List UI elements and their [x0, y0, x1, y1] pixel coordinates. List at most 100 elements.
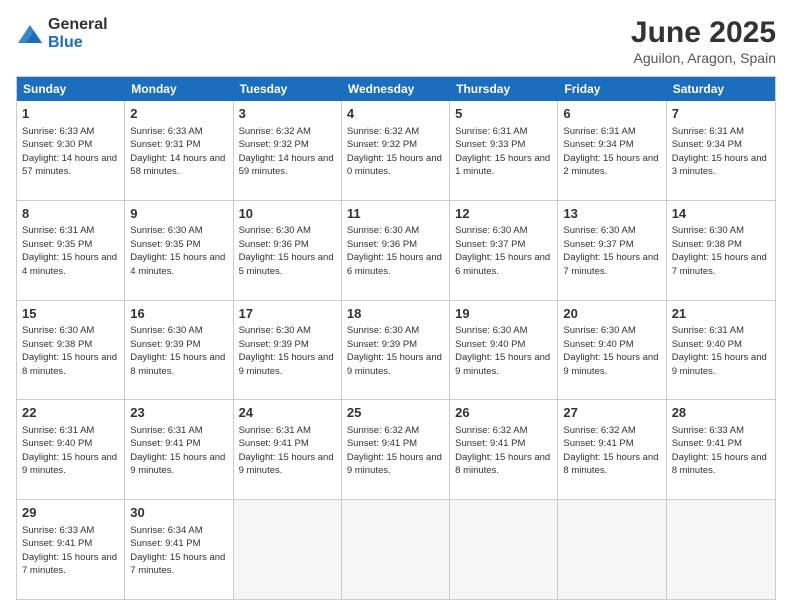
page: General Blue June 2025 Aguilon, Aragon, … — [0, 0, 792, 612]
day-4: 4 Sunrise: 6:32 AMSunset: 9:32 PMDayligh… — [342, 101, 450, 200]
day-number: 12 — [455, 205, 552, 223]
empty-cell — [450, 500, 558, 599]
day-number: 11 — [347, 205, 444, 223]
calendar-header: Sunday Monday Tuesday Wednesday Thursday… — [17, 77, 775, 101]
header-monday: Monday — [125, 77, 233, 101]
day-number: 2 — [130, 105, 227, 123]
day-number: 3 — [239, 105, 336, 123]
day-number: 19 — [455, 305, 552, 323]
day-number: 23 — [130, 404, 227, 422]
day-8: 8 Sunrise: 6:31 AMSunset: 9:35 PMDayligh… — [17, 201, 125, 300]
header-saturday: Saturday — [667, 77, 775, 101]
cell-text: Sunrise: 6:31 AMSunset: 9:41 PMDaylight:… — [130, 425, 225, 477]
logo-blue: Blue — [48, 34, 83, 51]
day-25: 25 Sunrise: 6:32 AMSunset: 9:41 PMDaylig… — [342, 400, 450, 499]
day-9: 9 Sunrise: 6:30 AMSunset: 9:35 PMDayligh… — [125, 201, 233, 300]
day-14: 14 Sunrise: 6:30 AMSunset: 9:38 PMDaylig… — [667, 201, 775, 300]
cell-text: Sunrise: 6:33 AMSunset: 9:30 PMDaylight:… — [22, 126, 117, 178]
cell-text: Sunrise: 6:31 AMSunset: 9:34 PMDaylight:… — [672, 126, 767, 178]
logo-text: General Blue — [48, 16, 108, 52]
day-number: 24 — [239, 404, 336, 422]
cell-text: Sunrise: 6:31 AMSunset: 9:41 PMDaylight:… — [239, 425, 334, 477]
day-22: 22 Sunrise: 6:31 AMSunset: 9:40 PMDaylig… — [17, 400, 125, 499]
day-13: 13 Sunrise: 6:30 AMSunset: 9:37 PMDaylig… — [558, 201, 666, 300]
week-row-3: 15 Sunrise: 6:30 AMSunset: 9:38 PMDaylig… — [17, 300, 775, 400]
day-12: 12 Sunrise: 6:30 AMSunset: 9:37 PMDaylig… — [450, 201, 558, 300]
cell-text: Sunrise: 6:32 AMSunset: 9:32 PMDaylight:… — [347, 126, 442, 178]
cell-text: Sunrise: 6:31 AMSunset: 9:35 PMDaylight:… — [22, 225, 117, 277]
cell-text: Sunrise: 6:30 AMSunset: 9:38 PMDaylight:… — [22, 325, 117, 377]
cell-text: Sunrise: 6:30 AMSunset: 9:39 PMDaylight:… — [239, 325, 334, 377]
header: General Blue June 2025 Aguilon, Aragon, … — [16, 16, 776, 66]
header-sunday: Sunday — [17, 77, 125, 101]
day-number: 28 — [672, 404, 770, 422]
empty-cell — [667, 500, 775, 599]
day-6: 6 Sunrise: 6:31 AMSunset: 9:34 PMDayligh… — [558, 101, 666, 200]
day-21: 21 Sunrise: 6:31 AMSunset: 9:40 PMDaylig… — [667, 301, 775, 400]
day-number: 14 — [672, 205, 770, 223]
header-tuesday: Tuesday — [234, 77, 342, 101]
day-number: 30 — [130, 504, 227, 522]
calendar-body: 1 Sunrise: 6:33 AMSunset: 9:30 PMDayligh… — [17, 101, 775, 599]
day-number: 16 — [130, 305, 227, 323]
day-27: 27 Sunrise: 6:32 AMSunset: 9:41 PMDaylig… — [558, 400, 666, 499]
day-7: 7 Sunrise: 6:31 AMSunset: 9:34 PMDayligh… — [667, 101, 775, 200]
day-16: 16 Sunrise: 6:30 AMSunset: 9:39 PMDaylig… — [125, 301, 233, 400]
day-number: 1 — [22, 105, 119, 123]
day-number: 8 — [22, 205, 119, 223]
day-11: 11 Sunrise: 6:30 AMSunset: 9:36 PMDaylig… — [342, 201, 450, 300]
cell-text: Sunrise: 6:33 AMSunset: 9:41 PMDaylight:… — [672, 425, 767, 477]
cell-text: Sunrise: 6:30 AMSunset: 9:40 PMDaylight:… — [563, 325, 658, 377]
cell-text: Sunrise: 6:32 AMSunset: 9:41 PMDaylight:… — [563, 425, 658, 477]
day-28: 28 Sunrise: 6:33 AMSunset: 9:41 PMDaylig… — [667, 400, 775, 499]
empty-cell — [234, 500, 342, 599]
cell-text: Sunrise: 6:34 AMSunset: 9:41 PMDaylight:… — [130, 525, 225, 577]
day-15: 15 Sunrise: 6:30 AMSunset: 9:38 PMDaylig… — [17, 301, 125, 400]
cell-text: Sunrise: 6:31 AMSunset: 9:40 PMDaylight:… — [22, 425, 117, 477]
calendar: Sunday Monday Tuesday Wednesday Thursday… — [16, 76, 776, 600]
day-number: 6 — [563, 105, 660, 123]
cell-text: Sunrise: 6:32 AMSunset: 9:41 PMDaylight:… — [347, 425, 442, 477]
header-thursday: Thursday — [450, 77, 558, 101]
day-24: 24 Sunrise: 6:31 AMSunset: 9:41 PMDaylig… — [234, 400, 342, 499]
day-17: 17 Sunrise: 6:30 AMSunset: 9:39 PMDaylig… — [234, 301, 342, 400]
week-row-2: 8 Sunrise: 6:31 AMSunset: 9:35 PMDayligh… — [17, 200, 775, 300]
day-19: 19 Sunrise: 6:30 AMSunset: 9:40 PMDaylig… — [450, 301, 558, 400]
day-26: 26 Sunrise: 6:32 AMSunset: 9:41 PMDaylig… — [450, 400, 558, 499]
day-1: 1 Sunrise: 6:33 AMSunset: 9:30 PMDayligh… — [17, 101, 125, 200]
cell-text: Sunrise: 6:31 AMSunset: 9:33 PMDaylight:… — [455, 126, 550, 178]
day-20: 20 Sunrise: 6:30 AMSunset: 9:40 PMDaylig… — [558, 301, 666, 400]
day-number: 9 — [130, 205, 227, 223]
week-row-4: 22 Sunrise: 6:31 AMSunset: 9:40 PMDaylig… — [17, 399, 775, 499]
day-30: 30 Sunrise: 6:34 AMSunset: 9:41 PMDaylig… — [125, 500, 233, 599]
day-23: 23 Sunrise: 6:31 AMSunset: 9:41 PMDaylig… — [125, 400, 233, 499]
day-2: 2 Sunrise: 6:33 AMSunset: 9:31 PMDayligh… — [125, 101, 233, 200]
cell-text: Sunrise: 6:30 AMSunset: 9:37 PMDaylight:… — [455, 225, 550, 277]
day-number: 27 — [563, 404, 660, 422]
day-5: 5 Sunrise: 6:31 AMSunset: 9:33 PMDayligh… — [450, 101, 558, 200]
day-number: 13 — [563, 205, 660, 223]
cell-text: Sunrise: 6:30 AMSunset: 9:39 PMDaylight:… — [130, 325, 225, 377]
cell-text: Sunrise: 6:32 AMSunset: 9:32 PMDaylight:… — [239, 126, 334, 178]
header-right: June 2025 Aguilon, Aragon, Spain — [631, 16, 776, 66]
day-number: 17 — [239, 305, 336, 323]
day-number: 22 — [22, 404, 119, 422]
day-29: 29 Sunrise: 6:33 AMSunset: 9:41 PMDaylig… — [17, 500, 125, 599]
cell-text: Sunrise: 6:33 AMSunset: 9:41 PMDaylight:… — [22, 525, 117, 577]
day-number: 25 — [347, 404, 444, 422]
month-title: June 2025 — [631, 16, 776, 50]
logo-general: General — [48, 16, 108, 33]
cell-text: Sunrise: 6:33 AMSunset: 9:31 PMDaylight:… — [130, 126, 225, 178]
cell-text: Sunrise: 6:31 AMSunset: 9:34 PMDaylight:… — [563, 126, 658, 178]
cell-text: Sunrise: 6:30 AMSunset: 9:37 PMDaylight:… — [563, 225, 658, 277]
cell-text: Sunrise: 6:30 AMSunset: 9:36 PMDaylight:… — [239, 225, 334, 277]
header-wednesday: Wednesday — [342, 77, 450, 101]
cell-text: Sunrise: 6:30 AMSunset: 9:35 PMDaylight:… — [130, 225, 225, 277]
logo-icon — [16, 23, 44, 45]
day-number: 15 — [22, 305, 119, 323]
cell-text: Sunrise: 6:30 AMSunset: 9:39 PMDaylight:… — [347, 325, 442, 377]
logo: General Blue — [16, 16, 108, 52]
day-3: 3 Sunrise: 6:32 AMSunset: 9:32 PMDayligh… — [234, 101, 342, 200]
day-number: 5 — [455, 105, 552, 123]
empty-cell — [342, 500, 450, 599]
